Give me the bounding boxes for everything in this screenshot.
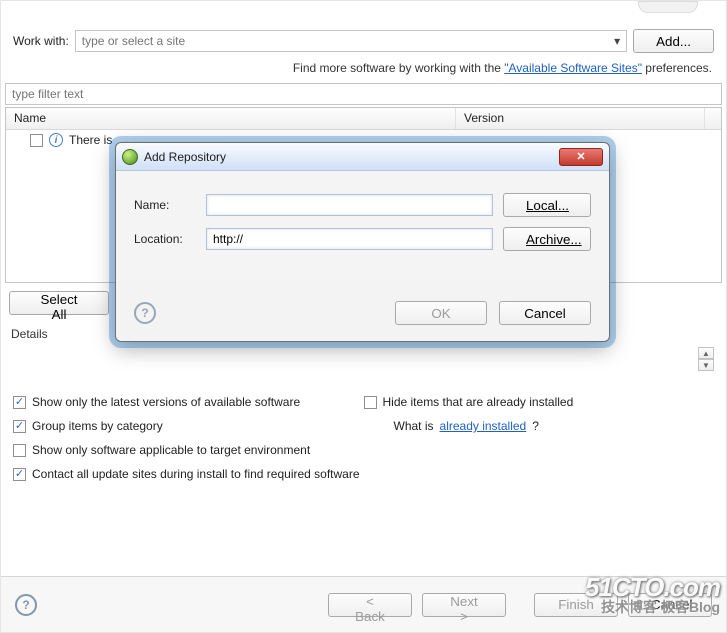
wizard-footer: ? < Back Next > Finish Cancel	[1, 576, 726, 632]
filter-input[interactable]	[5, 83, 722, 105]
location-label: Location:	[134, 232, 196, 246]
checkbox[interactable]	[13, 396, 26, 409]
close-icon[interactable]: ✕	[559, 148, 603, 166]
dialog-app-icon	[122, 149, 138, 165]
dialog-title: Add Repository	[144, 150, 559, 164]
archive-button[interactable]: Archive...	[503, 227, 591, 251]
row-checkbox[interactable]	[30, 134, 43, 147]
checkbox[interactable]	[13, 444, 26, 457]
opt-show-latest[interactable]: Show only the latest versions of availab…	[13, 395, 364, 409]
column-header-name[interactable]: Name	[6, 108, 456, 129]
location-row: Location: Archive...	[134, 227, 591, 251]
opt-contact-sites[interactable]: Contact all update sites during install …	[13, 467, 714, 481]
table-header: Name Version	[6, 108, 721, 130]
add-repository-dialog: Add Repository ✕ Name: Local... Location…	[115, 142, 610, 342]
work-with-row: Work with: ▾ Add...	[1, 1, 726, 61]
window-top-decoration	[638, 1, 698, 13]
available-software-sites-link[interactable]: "Available Software Sites"	[504, 61, 642, 75]
name-row: Name: Local...	[134, 193, 591, 217]
option-label: Show only the latest versions of availab…	[32, 395, 300, 409]
ok-button[interactable]: OK	[395, 301, 487, 325]
chevron-down-icon[interactable]: ▾	[608, 31, 626, 51]
info-icon: i	[49, 133, 63, 147]
cancel-button[interactable]: Cancel	[628, 593, 712, 617]
select-all-button[interactable]: Select All	[9, 291, 109, 315]
add-site-button[interactable]: Add...	[633, 29, 714, 53]
opt-hide-installed[interactable]: Hide items that are already installed	[364, 395, 715, 409]
opt-target-env[interactable]: Show only software applicable to target …	[13, 443, 714, 457]
name-label: Name:	[134, 198, 196, 212]
work-with-label: Work with:	[13, 34, 69, 48]
details-spinner[interactable]: ▲ ▼	[698, 347, 714, 371]
column-header-version[interactable]: Version	[456, 108, 705, 129]
name-input[interactable]	[206, 194, 493, 216]
already-installed-link[interactable]: already installed	[440, 419, 527, 433]
find-prefix: Find more software by working with the	[293, 61, 504, 75]
opt-group-category[interactable]: Group items by category	[13, 419, 364, 433]
whatis-suffix: ?	[532, 419, 539, 433]
dialog-body: Name: Local... Location: Archive...	[116, 171, 609, 273]
dialog-titlebar[interactable]: Add Repository ✕	[116, 143, 609, 171]
help-icon[interactable]: ?	[134, 302, 156, 324]
checkbox[interactable]	[13, 420, 26, 433]
location-input[interactable]	[206, 228, 493, 250]
find-suffix: preferences.	[642, 61, 712, 75]
details-box: ▲ ▼	[9, 345, 718, 385]
option-label: Hide items that are already installed	[383, 395, 574, 409]
work-with-input[interactable]	[76, 34, 608, 48]
cancel-button[interactable]: Cancel	[499, 301, 591, 325]
dialog-footer: ? OK Cancel	[116, 273, 609, 341]
option-label: Group items by category	[32, 419, 163, 433]
options-grid: Show only the latest versions of availab…	[1, 385, 726, 491]
find-more-software-text: Find more software by working with the "…	[1, 61, 726, 83]
checkbox[interactable]	[364, 396, 377, 409]
checkbox[interactable]	[13, 468, 26, 481]
filter-row	[5, 83, 722, 105]
chevron-down-icon[interactable]: ▼	[698, 359, 714, 371]
next-button[interactable]: Next >	[422, 593, 506, 617]
column-header-spacer	[705, 108, 721, 129]
what-is-installed: What is already installed?	[364, 419, 715, 433]
help-icon[interactable]: ?	[15, 594, 37, 616]
back-button[interactable]: < Back	[328, 593, 412, 617]
chevron-up-icon[interactable]: ▲	[698, 347, 714, 359]
whatis-prefix: What is	[394, 419, 434, 433]
local-button[interactable]: Local...	[503, 193, 591, 217]
work-with-combo[interactable]: ▾	[75, 30, 627, 52]
finish-button[interactable]: Finish	[534, 593, 618, 617]
option-label: Contact all update sites during install …	[32, 467, 360, 481]
row-text: There is	[69, 133, 112, 147]
option-label: Show only software applicable to target …	[32, 443, 310, 457]
